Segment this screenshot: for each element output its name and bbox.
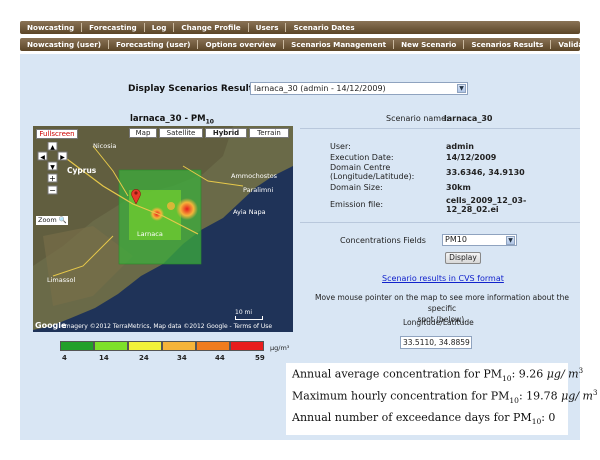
nav-options-overview[interactable]: Options overview <box>198 40 285 49</box>
main-nav-bar: Nowcasting Forecasting Log Change Profil… <box>20 21 580 34</box>
nav-validation[interactable]: Validation <box>551 40 600 49</box>
domain-size-value: 30km <box>446 183 471 192</box>
domain-centre-label-2: (Longitude/Latitude): <box>330 172 415 181</box>
scenario-select-value: larnaca_30 (admin - 14/12/2009) <box>254 84 386 93</box>
svg-text:▲: ▲ <box>50 144 55 151</box>
nav-forecasting[interactable]: Forecasting <box>82 23 145 32</box>
concentrations-field-select[interactable]: PM10 ▼ <box>442 234 517 246</box>
user-label: User: <box>330 142 351 151</box>
legend-color-6 <box>230 341 264 351</box>
field-select-value: PM10 <box>445 235 467 244</box>
svg-text:▼: ▼ <box>50 164 55 171</box>
domain-centre-value: 33.6346, 34.9130 <box>446 168 525 177</box>
nav-scenarios-management[interactable]: Scenarios Management <box>284 40 395 49</box>
nav-scenario-dates[interactable]: Scenario Dates <box>286 23 361 32</box>
longitude-latitude-label: Longitude/Latitude <box>403 318 474 327</box>
legend-tick: 59 <box>255 354 265 362</box>
map-type-satellite[interactable]: Satellite <box>159 128 203 138</box>
nav-nowcasting-user[interactable]: Nowcasting (user) <box>20 40 110 49</box>
hotspot <box>176 198 198 220</box>
chevron-down-icon: ▼ <box>457 84 466 93</box>
legend-color-3 <box>128 341 162 351</box>
legend-unit: µg/m³ <box>270 344 290 352</box>
zoom-control[interactable]: Zoom 🔍 <box>36 216 68 225</box>
nav-users[interactable]: Users <box>249 23 287 32</box>
sub-nav-bar: Nowcasting (user) Forecasting (user) Opt… <box>20 38 599 51</box>
emission-file-label: Emission file: <box>330 200 384 209</box>
max-hourly-line: Maximum hourly concentration for PM10: 1… <box>292 389 598 405</box>
map-label-nicosia: Nicosia <box>93 142 117 150</box>
legend-tick: 24 <box>139 354 149 362</box>
map-label-famagusta: Ammochostos <box>231 172 278 180</box>
display-button[interactable]: Display <box>445 252 481 264</box>
magnifier-icon: 🔍 <box>58 216 67 224</box>
map-imagery <box>33 126 293 332</box>
concentrations-fields-label: Concentrations Fields <box>340 236 426 245</box>
map-marker-icon[interactable] <box>131 188 141 204</box>
nav-nowcasting[interactable]: Nowcasting <box>20 23 83 32</box>
legend-color-1 <box>60 341 94 351</box>
scenario-select[interactable]: larnaca_30 (admin - 14/12/2009) ▼ <box>250 82 468 95</box>
legend-tick: 4 <box>62 354 67 362</box>
map-title: larnaca_30 - PM10 <box>130 114 214 126</box>
map-label-paralimni: Paralimni <box>243 186 274 194</box>
execution-date-value: 14/12/2009 <box>446 153 497 162</box>
google-logo: Google <box>35 321 67 330</box>
svg-text:+: + <box>49 174 56 183</box>
scenario-name-label: Scenario name: <box>386 114 449 123</box>
map-label-agia-napa: Ayia Napa <box>233 208 266 216</box>
cvs-results-link[interactable]: Scenario results in CVS format <box>382 274 504 283</box>
map-type-map[interactable]: Map <box>129 128 157 138</box>
svg-text:▶: ▶ <box>60 154 65 161</box>
legend-color-5 <box>196 341 230 351</box>
map-view[interactable]: Fullscreen Map Satellite Hybrid Terrain … <box>33 126 293 332</box>
legend-color-4 <box>162 341 196 351</box>
emission-file-value-2: 12_28_02.ei <box>446 205 499 214</box>
divider <box>300 128 580 129</box>
pan-control[interactable]: ▲ ◀ ▶ ▼ + − <box>37 142 69 204</box>
nav-new-scenario[interactable]: New Scenario <box>394 40 465 49</box>
longitude-latitude-field[interactable]: 33.5110, 34.8859 <box>400 336 472 349</box>
user-value: admin <box>446 142 474 151</box>
annual-average-line: Annual average concentration for PM10: 9… <box>292 367 584 383</box>
legend-tick: 14 <box>99 354 109 362</box>
legend-tick: 34 <box>177 354 187 362</box>
map-type-hybrid[interactable]: Hybrid <box>205 128 247 138</box>
exceedance-days-line: Annual number of exceedance days for PM1… <box>292 411 556 427</box>
map-label-limassol: Limassol <box>47 276 76 284</box>
scenario-name-value: larnaca_30 <box>444 114 493 123</box>
map-type-terrain[interactable]: Terrain <box>249 128 289 138</box>
legend-tick: 44 <box>215 354 225 362</box>
divider <box>300 222 580 223</box>
concentration-summary: Annual average concentration for PM10: 9… <box>286 363 597 435</box>
nav-log[interactable]: Log <box>145 23 175 32</box>
domain-size-label: Domain Size: <box>330 183 383 192</box>
svg-text:◀: ◀ <box>40 154 45 161</box>
map-label-cyprus: Cyprus <box>67 166 97 175</box>
chevron-down-icon: ▼ <box>506 236 515 245</box>
fullscreen-button[interactable]: Fullscreen <box>36 129 78 139</box>
legend-color-2 <box>94 341 128 351</box>
map-label-larnaca: Larnaca <box>137 230 163 238</box>
svg-text:−: − <box>49 186 56 195</box>
emission-file-value: cells_2009_12_03- <box>446 196 527 205</box>
nav-forecasting-user[interactable]: Forecasting (user) <box>109 40 199 49</box>
execution-date-label: Execution Date: <box>330 153 394 162</box>
nav-scenarios-results[interactable]: Scenarios Results <box>464 40 552 49</box>
display-results-label: Display Scenarios Results: <box>128 84 262 94</box>
nav-change-profile[interactable]: Change Profile <box>174 23 249 32</box>
map-credit: Imagery ©2012 TerraMetrics, Map data ©20… <box>63 323 273 330</box>
domain-centre-label: Domain Centre <box>330 163 391 172</box>
map-scale: 10 mi <box>235 309 263 320</box>
color-legend <box>60 341 264 351</box>
